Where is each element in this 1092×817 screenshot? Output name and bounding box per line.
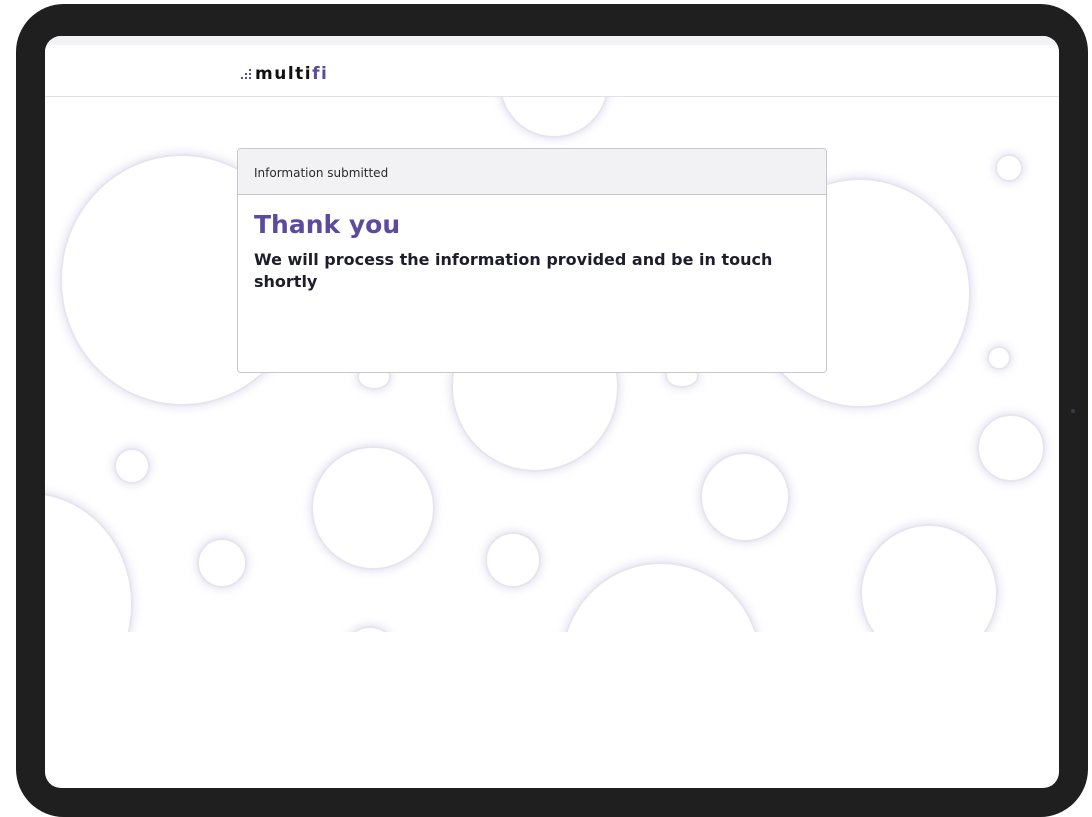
bubble (995, 154, 1023, 182)
site-header: multi fi (45, 45, 1059, 97)
logo-dots-icon (241, 67, 254, 81)
bubble (561, 562, 761, 632)
logo-text-fi: fi (312, 64, 329, 84)
bubble (860, 524, 998, 632)
card-header: Information submitted (238, 149, 826, 195)
camera-dot (1071, 409, 1075, 413)
bubble (114, 448, 150, 484)
bubble (700, 452, 790, 542)
bubble (485, 532, 541, 588)
bubble (45, 492, 133, 632)
bubble (343, 626, 397, 632)
bubble (977, 414, 1045, 482)
confirmation-message: We will process the information provided… (254, 250, 773, 291)
thank-you-heading: Thank you (254, 210, 401, 239)
multifi-logo[interactable]: multi fi (241, 64, 328, 84)
bubble (987, 346, 1011, 370)
confirmation-card: Information submitted Thank you We will … (237, 148, 827, 373)
logo-text-multi: multi (255, 64, 313, 84)
bubble (499, 96, 609, 138)
bubble (197, 538, 247, 588)
bubble (311, 446, 435, 570)
top-strip (45, 36, 1059, 45)
card-body: Thank you We will process the informatio… (238, 195, 826, 293)
screen: multi fi Information submitted Thank you … (45, 36, 1059, 788)
